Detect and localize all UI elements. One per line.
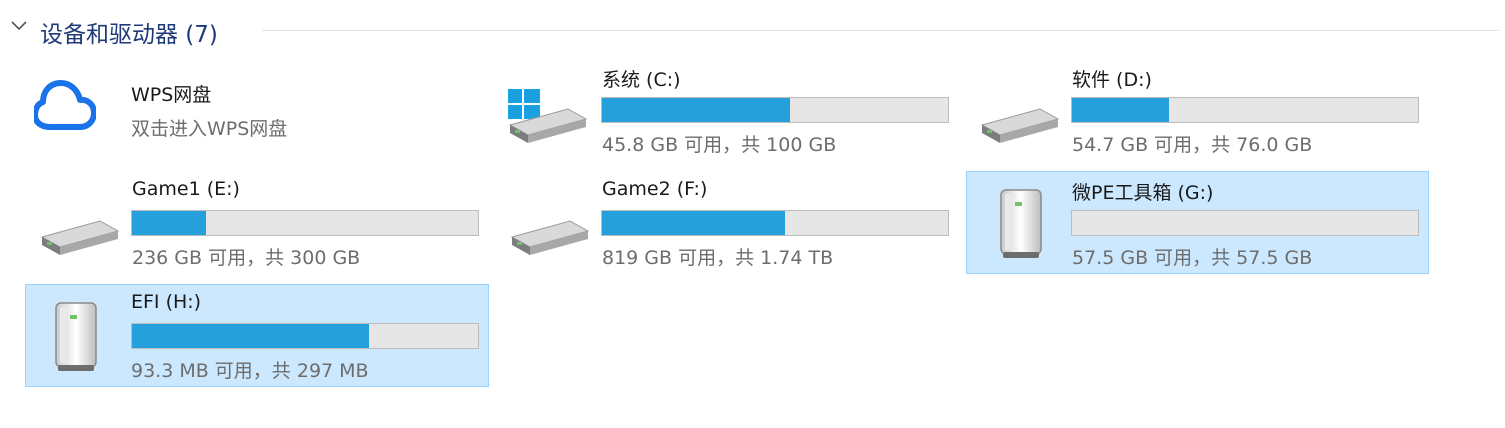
capacity-bar-fill-c (602, 98, 790, 122)
drive-tile-g[interactable]: 微PE工具箱 (G:) 57.5 GB 可用，共 57.5 GB (966, 171, 1429, 274)
drive-tile-f[interactable]: Game2 (F:) 819 GB 可用，共 1.74 TB (495, 172, 959, 272)
capacity-bar-fill-f (602, 211, 786, 235)
capacity-bar-fill-h (132, 324, 370, 348)
capacity-bar-fill-e (132, 211, 206, 235)
drive-status-c: 45.8 GB 可用，共 100 GB (602, 134, 837, 156)
capacity-bar-c (601, 97, 949, 123)
drive-name-c: 系统 (C:) (602, 69, 681, 91)
drive-status-f: 819 GB 可用，共 1.74 TB (602, 247, 834, 269)
wps-cloud-tile[interactable]: WPS网盘 双击进入WPS网盘 (25, 60, 489, 160)
drive-tile-d[interactable]: 软件 (D:) 54.7 GB 可用，共 76.0 GB (965, 60, 1429, 160)
hard-drive-icon (980, 108, 1060, 143)
drive-tile-e[interactable]: Game1 (E:) 236 GB 可用，共 300 GB (25, 172, 489, 272)
capacity-bar-h (131, 323, 479, 349)
group-title: 设备和驱动器 (7) (40, 22, 218, 48)
drive-name-d: 软件 (D:) (1072, 69, 1152, 91)
drive-name-h: EFI (H:) (131, 291, 202, 313)
windows-drive-icon (508, 89, 588, 143)
capacity-bar-f (601, 210, 949, 236)
drive-status-g: 57.5 GB 可用，共 57.5 GB (1072, 247, 1313, 269)
drive-name-e: Game1 (E:) (132, 178, 240, 200)
group-divider (262, 30, 1499, 31)
drive-name-f: Game2 (F:) (602, 178, 708, 200)
drive-status-h: 93.3 MB 可用，共 297 MB (131, 360, 369, 382)
drive-status-e: 236 GB 可用，共 300 GB (132, 247, 361, 269)
drive-status-d: 54.7 GB 可用，共 76.0 GB (1072, 134, 1313, 156)
drive-tile-h[interactable]: EFI (H:) 93.3 MB 可用，共 297 MB (25, 284, 489, 387)
cloud-icon (34, 80, 96, 130)
drive-name-g: 微PE工具箱 (G:) (1072, 182, 1214, 204)
capacity-bar-g (1071, 210, 1419, 236)
chevron-down-icon[interactable] (10, 20, 28, 32)
capacity-bar-fill-d (1072, 98, 1169, 122)
wps-subtitle: 双击进入WPS网盘 (131, 118, 288, 140)
removable-drive-icon (55, 302, 97, 371)
removable-drive-icon (1000, 189, 1042, 258)
hard-drive-icon (510, 220, 590, 255)
hard-drive-icon (40, 220, 120, 255)
capacity-bar-e (131, 210, 479, 236)
capacity-bar-d (1071, 97, 1419, 123)
group-header[interactable]: 设备和驱动器 (7) (0, 8, 1505, 48)
wps-title: WPS网盘 (131, 84, 212, 106)
drive-tile-c[interactable]: 系统 (C:) 45.8 GB 可用，共 100 GB (495, 60, 959, 160)
